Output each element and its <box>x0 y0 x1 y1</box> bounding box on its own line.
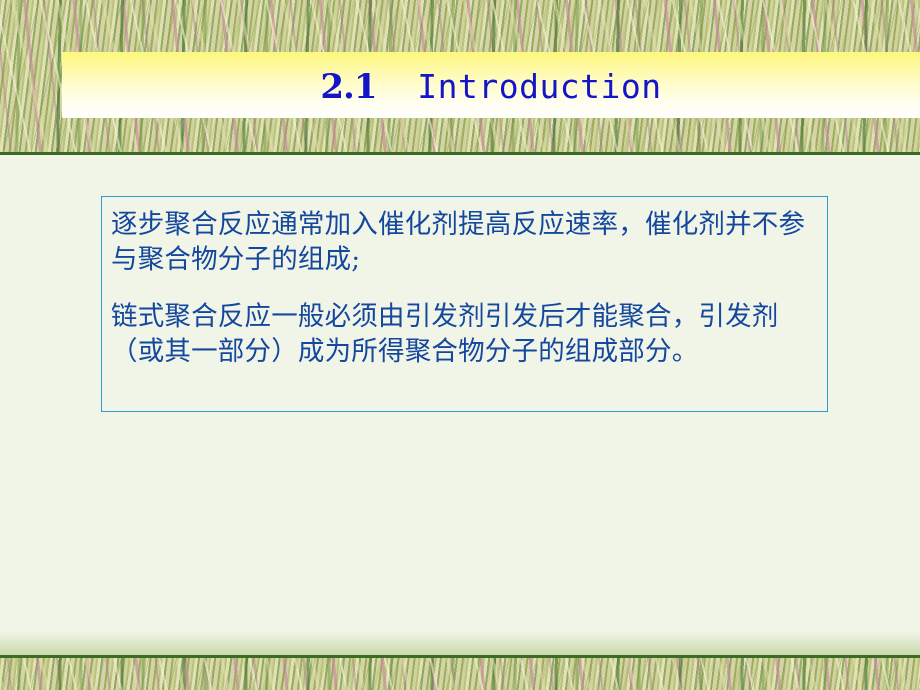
content-paragraph-2: 链式聚合反应一般必须由引发剂引发后才能聚合，引发剂（或其一部分）成为所得聚合物分… <box>111 301 779 367</box>
slide: 2.1 Introduction 逐步聚合反应通常加入催化剂提高反应速率，催化剂… <box>0 0 920 690</box>
grass-texture-band-bottom <box>0 655 920 690</box>
grass-divider-rule-bottom <box>0 655 920 658</box>
content-paragraph-1: 逐步聚合反应通常加入催化剂提高反应速率，催化剂并不参与聚合物分子的组成; <box>111 209 806 275</box>
page-title: 2.1 Introduction <box>320 70 661 104</box>
title-heading-word: Introduction <box>417 67 662 106</box>
title-section-number: 2.1 <box>320 67 377 107</box>
title-banner: 2.1 Introduction <box>62 52 920 118</box>
grass-layer-olive <box>0 655 920 690</box>
bottom-gradient-fade <box>0 631 920 655</box>
title-spacer <box>376 67 417 106</box>
content-text-box: 逐步聚合反应通常加入催化剂提高反应速率，催化剂并不参与聚合物分子的组成; 链式聚… <box>101 196 828 412</box>
grass-divider-rule-top <box>0 152 920 155</box>
